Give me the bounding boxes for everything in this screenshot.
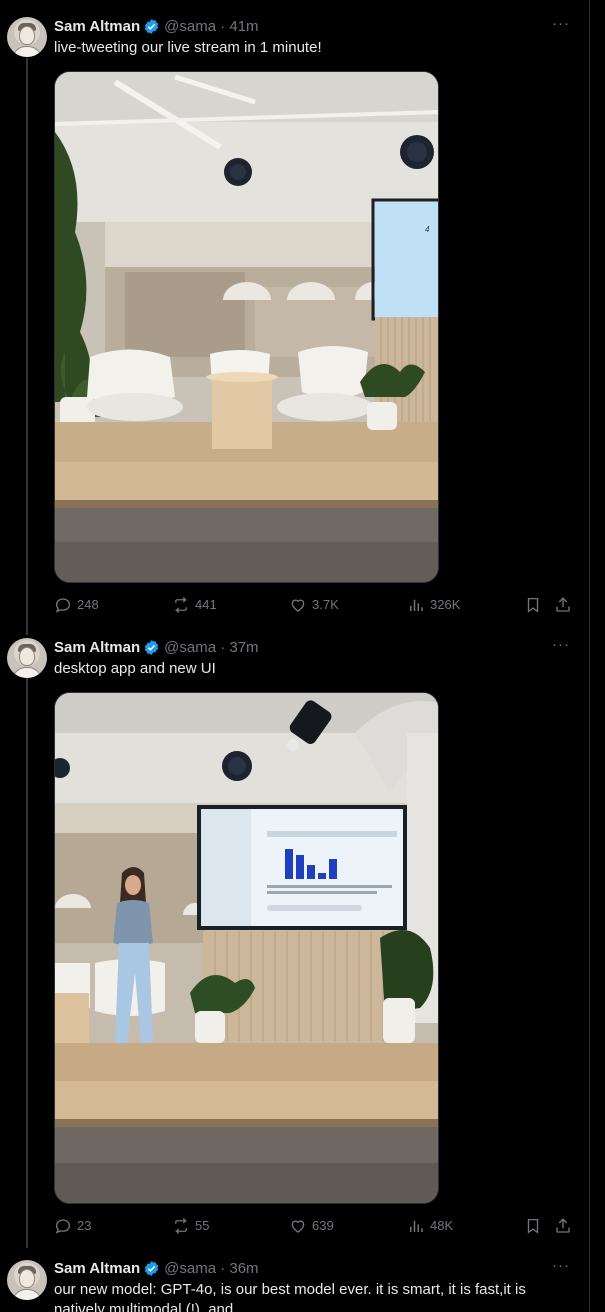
share-icon	[556, 1218, 570, 1233]
avatar[interactable]	[7, 1260, 47, 1300]
share-button[interactable]	[554, 595, 577, 615]
repost-button[interactable]: 441	[172, 595, 217, 615]
reply-icon	[55, 598, 71, 613]
like-count: 3.7K	[312, 597, 339, 612]
reply-count: 23	[77, 1218, 92, 1233]
tweet-photo[interactable]	[54, 692, 439, 1204]
views-chart-icon	[410, 1220, 423, 1232]
thread-line	[26, 678, 28, 1248]
stage-photo: 4	[55, 72, 438, 582]
verified-badge-icon	[144, 639, 159, 655]
repost-icon	[174, 1218, 188, 1234]
reply-count: 248	[77, 597, 99, 612]
repost-count: 55	[195, 1218, 210, 1233]
repost-icon	[174, 597, 188, 613]
bookmark-button[interactable]	[524, 1216, 547, 1236]
views-chart-icon	[410, 599, 423, 611]
verified-badge-icon	[144, 18, 159, 34]
share-icon	[556, 597, 570, 612]
reply-button[interactable]: 248	[54, 595, 99, 615]
like-button[interactable]: 3.7K	[289, 595, 339, 615]
reply-button[interactable]: 23	[54, 1216, 91, 1236]
bookmark-button[interactable]	[524, 595, 547, 615]
tweet-text: our new model: GPT-4o, is our best model…	[54, 1281, 526, 1312]
handle-and-time[interactable]: @sama · 37m	[164, 639, 258, 656]
tweet-actions: 23 55 639 48K	[54, 1216, 574, 1236]
verified-badge-icon	[144, 1260, 159, 1276]
handle-and-time[interactable]: @sama · 36m	[164, 1260, 258, 1277]
views-button[interactable]: 48K	[407, 1216, 453, 1236]
view-count: 326K	[430, 597, 461, 612]
repost-count: 441	[195, 597, 217, 612]
tweet-header: Sam Altman @sama · 37m	[54, 637, 259, 657]
handle-and-time[interactable]: @sama · 41m	[164, 18, 258, 35]
tweet-header: Sam Altman @sama · 41m	[54, 16, 259, 36]
tweet-3[interactable]: Sam Altman @sama · 36m ··· our new model…	[0, 1242, 590, 1312]
views-button[interactable]: 326K	[407, 595, 460, 615]
repost-button[interactable]: 55	[172, 1216, 209, 1236]
reply-icon	[55, 1219, 71, 1234]
tweet-actions: 248 441 3.7K 326K	[54, 595, 574, 615]
bookmark-icon	[527, 597, 539, 613]
timeline-feed: Sam Altman @sama · 41m ··· live-tweeting…	[0, 0, 590, 1312]
like-count: 639	[312, 1218, 334, 1233]
author-name[interactable]: Sam Altman	[54, 639, 140, 656]
heart-icon	[291, 1220, 305, 1233]
view-count: 48K	[430, 1218, 454, 1233]
avatar[interactable]	[7, 17, 47, 57]
more-dots-icon[interactable]: ···	[551, 637, 571, 659]
thread-line	[26, 58, 28, 635]
tweet-1[interactable]: Sam Altman @sama · 41m ··· live-tweeting…	[0, 0, 590, 635]
more-dots-icon[interactable]: ···	[551, 16, 571, 38]
tweet-header: Sam Altman @sama · 36m	[54, 1258, 259, 1278]
bookmark-icon	[527, 1218, 539, 1234]
more-dots-icon[interactable]: ···	[551, 1258, 571, 1280]
tweet-photo[interactable]: 4	[54, 71, 439, 583]
share-button[interactable]	[554, 1216, 577, 1236]
author-name[interactable]: Sam Altman	[54, 18, 140, 35]
presentation-photo	[55, 693, 438, 1203]
avatar[interactable]	[7, 638, 47, 678]
tweet-text: desktop app and new UI	[54, 660, 216, 677]
tweet-text: live-tweeting our live stream in 1 minut…	[54, 39, 322, 56]
like-button[interactable]: 639	[289, 1216, 334, 1236]
screen-number: 4	[425, 225, 430, 234]
tweet-2[interactable]: Sam Altman @sama · 37m ··· desktop app a…	[0, 620, 590, 1250]
heart-icon	[291, 599, 305, 612]
author-name[interactable]: Sam Altman	[54, 1260, 140, 1277]
